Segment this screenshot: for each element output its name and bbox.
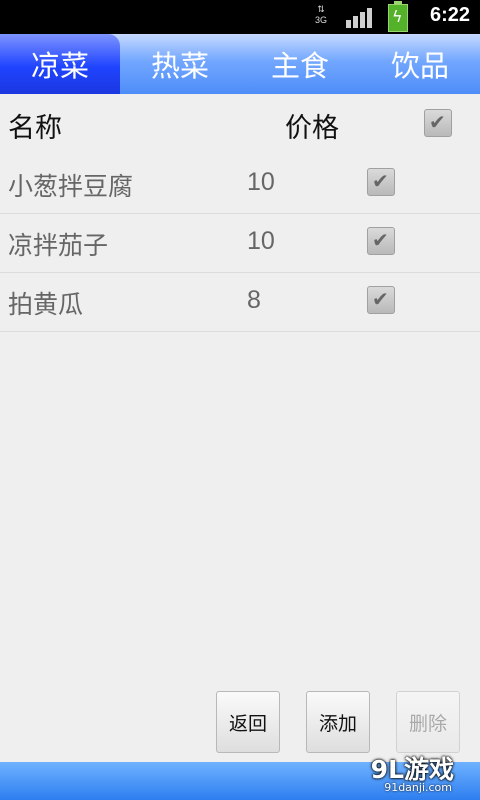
network-3g-icon: ⇅ 3G: [314, 4, 327, 25]
column-header-price: 价格: [285, 113, 339, 144]
tab-zhushi[interactable]: 主食: [240, 34, 360, 94]
checkmark-icon: ✔: [372, 228, 389, 252]
table-header: 名称 价格 ✔: [0, 94, 480, 154]
table-row[interactable]: 小葱拌豆腐 10 ✔: [0, 154, 480, 214]
clock: 6:22: [429, 4, 470, 26]
signal-strength-icon: [346, 6, 372, 28]
row-checkbox[interactable]: ✔: [367, 168, 395, 196]
add-button[interactable]: 添加: [306, 691, 370, 753]
tab-liangcai[interactable]: 凉菜: [0, 34, 120, 94]
table-row[interactable]: 拍黄瓜 8 ✔: [0, 272, 480, 332]
select-all-checkbox[interactable]: ✔: [424, 109, 452, 137]
back-button[interactable]: 返回: [216, 691, 280, 753]
delete-button[interactable]: 删除: [396, 691, 460, 753]
checkmark-icon: ✔: [429, 110, 446, 134]
dish-name: 拍黄瓜: [8, 290, 84, 319]
row-checkbox[interactable]: ✔: [367, 227, 395, 255]
category-tab-bar: 凉菜 热菜 主食 饮品: [0, 34, 480, 94]
battery-charging-icon: ϟ: [388, 1, 408, 32]
watermark-logo: 9L游戏 91danji.com: [312, 748, 472, 798]
column-header-name: 名称: [8, 113, 62, 144]
tab-yinpin[interactable]: 饮品: [360, 34, 480, 94]
dish-price: 8: [247, 286, 261, 314]
dish-name: 凉拌茄子: [8, 231, 109, 260]
checkmark-icon: ✔: [372, 287, 389, 311]
tab-recai[interactable]: 热菜: [120, 34, 240, 94]
dish-price: 10: [247, 168, 275, 196]
checkmark-icon: ✔: [372, 169, 389, 193]
row-checkbox[interactable]: ✔: [367, 286, 395, 314]
watermark-site: 91danji.com: [384, 781, 452, 794]
table-row[interactable]: 凉拌茄子 10 ✔: [0, 213, 480, 273]
dish-name: 小葱拌豆腐: [8, 172, 134, 201]
status-bar: ⇅ 3G ϟ 6:22: [0, 0, 480, 34]
dish-price: 10: [247, 227, 275, 255]
